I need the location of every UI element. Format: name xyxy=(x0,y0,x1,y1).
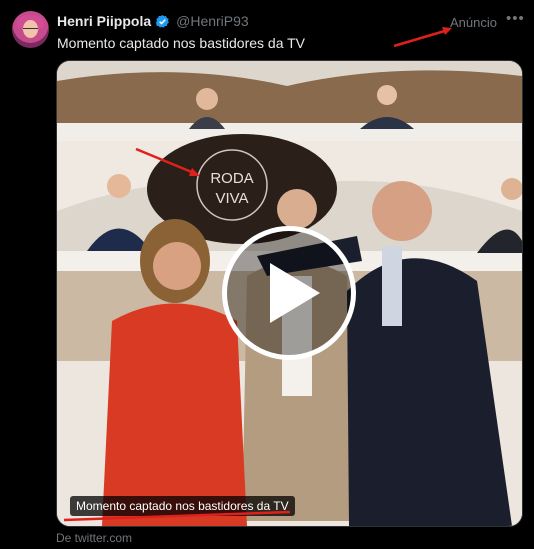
annotation-arrow-caption xyxy=(63,510,291,522)
video-player[interactable]: RODA VIVA Momento captado nos bastidores… xyxy=(56,60,523,527)
author-name[interactable]: Henri Piippola xyxy=(57,13,151,29)
more-icon[interactable]: ••• xyxy=(506,10,525,27)
logo-text-roda: RODA xyxy=(210,170,253,187)
annotation-arrow-logo xyxy=(135,147,200,176)
play-button[interactable] xyxy=(222,226,356,360)
tweet-text: Momento captado nos bastidores da TV xyxy=(57,35,306,51)
play-icon xyxy=(270,263,320,323)
avatar[interactable] xyxy=(12,11,49,48)
logo-text-viva: VIVA xyxy=(215,190,248,207)
verified-badge-icon xyxy=(156,14,170,28)
tweet-card[interactable]: Henri Piippola @HenriP93 Anúncio ••• Mom… xyxy=(0,0,534,549)
source-link[interactable]: De twitter.com xyxy=(56,531,132,545)
author-handle[interactable]: @HenriP93 xyxy=(176,13,249,29)
annotation-arrow-ad xyxy=(393,27,452,48)
tweet-header: Henri Piippola @HenriP93 xyxy=(57,13,249,29)
